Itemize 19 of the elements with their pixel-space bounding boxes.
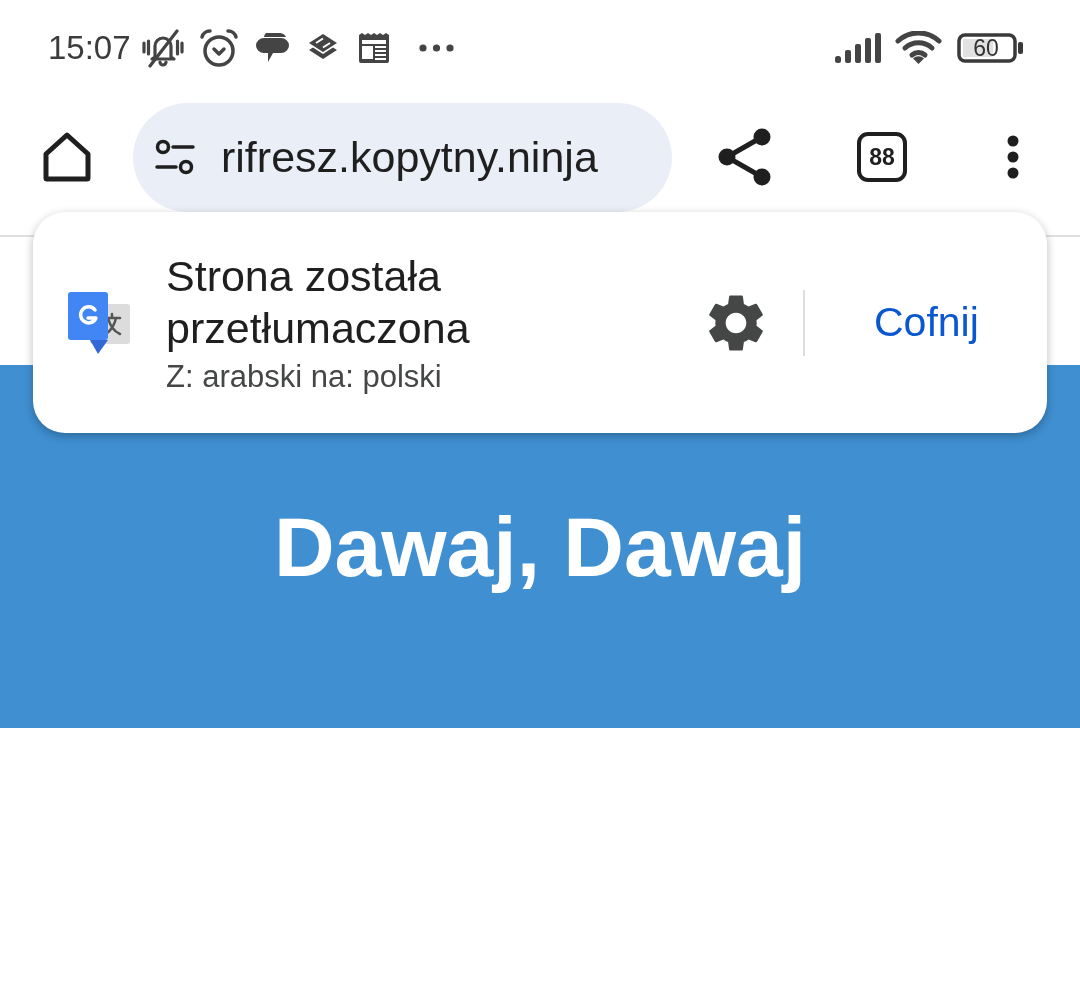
newspaper-icon xyxy=(357,31,390,64)
translate-icon xyxy=(68,291,130,354)
battery-indicator: 60 xyxy=(957,32,1025,63)
tab-switcher-button[interactable]: 88 xyxy=(857,132,907,182)
alarm-clock-icon xyxy=(198,27,239,68)
more-notifications-icon xyxy=(418,43,454,52)
address-bar[interactable]: rifresz.kopytny.ninja xyxy=(133,102,672,212)
clock-time: 15:07 xyxy=(48,31,131,64)
undo-button[interactable]: Cofnij xyxy=(847,288,1006,357)
chat-bubbles-icon xyxy=(255,31,289,64)
signal-bars-icon xyxy=(835,32,882,63)
url-text: rifresz.kopytny.ninja xyxy=(221,135,598,179)
wifi-icon xyxy=(895,31,942,64)
translation-languages: Z: arabski na: polski xyxy=(166,360,443,395)
settings-icon[interactable] xyxy=(708,293,764,352)
muted-bell-icon xyxy=(140,27,185,68)
share-icon[interactable] xyxy=(718,128,772,186)
translation-status-title: Strona została przetłumaczona xyxy=(166,251,471,355)
site-settings-icon[interactable] xyxy=(155,139,195,175)
